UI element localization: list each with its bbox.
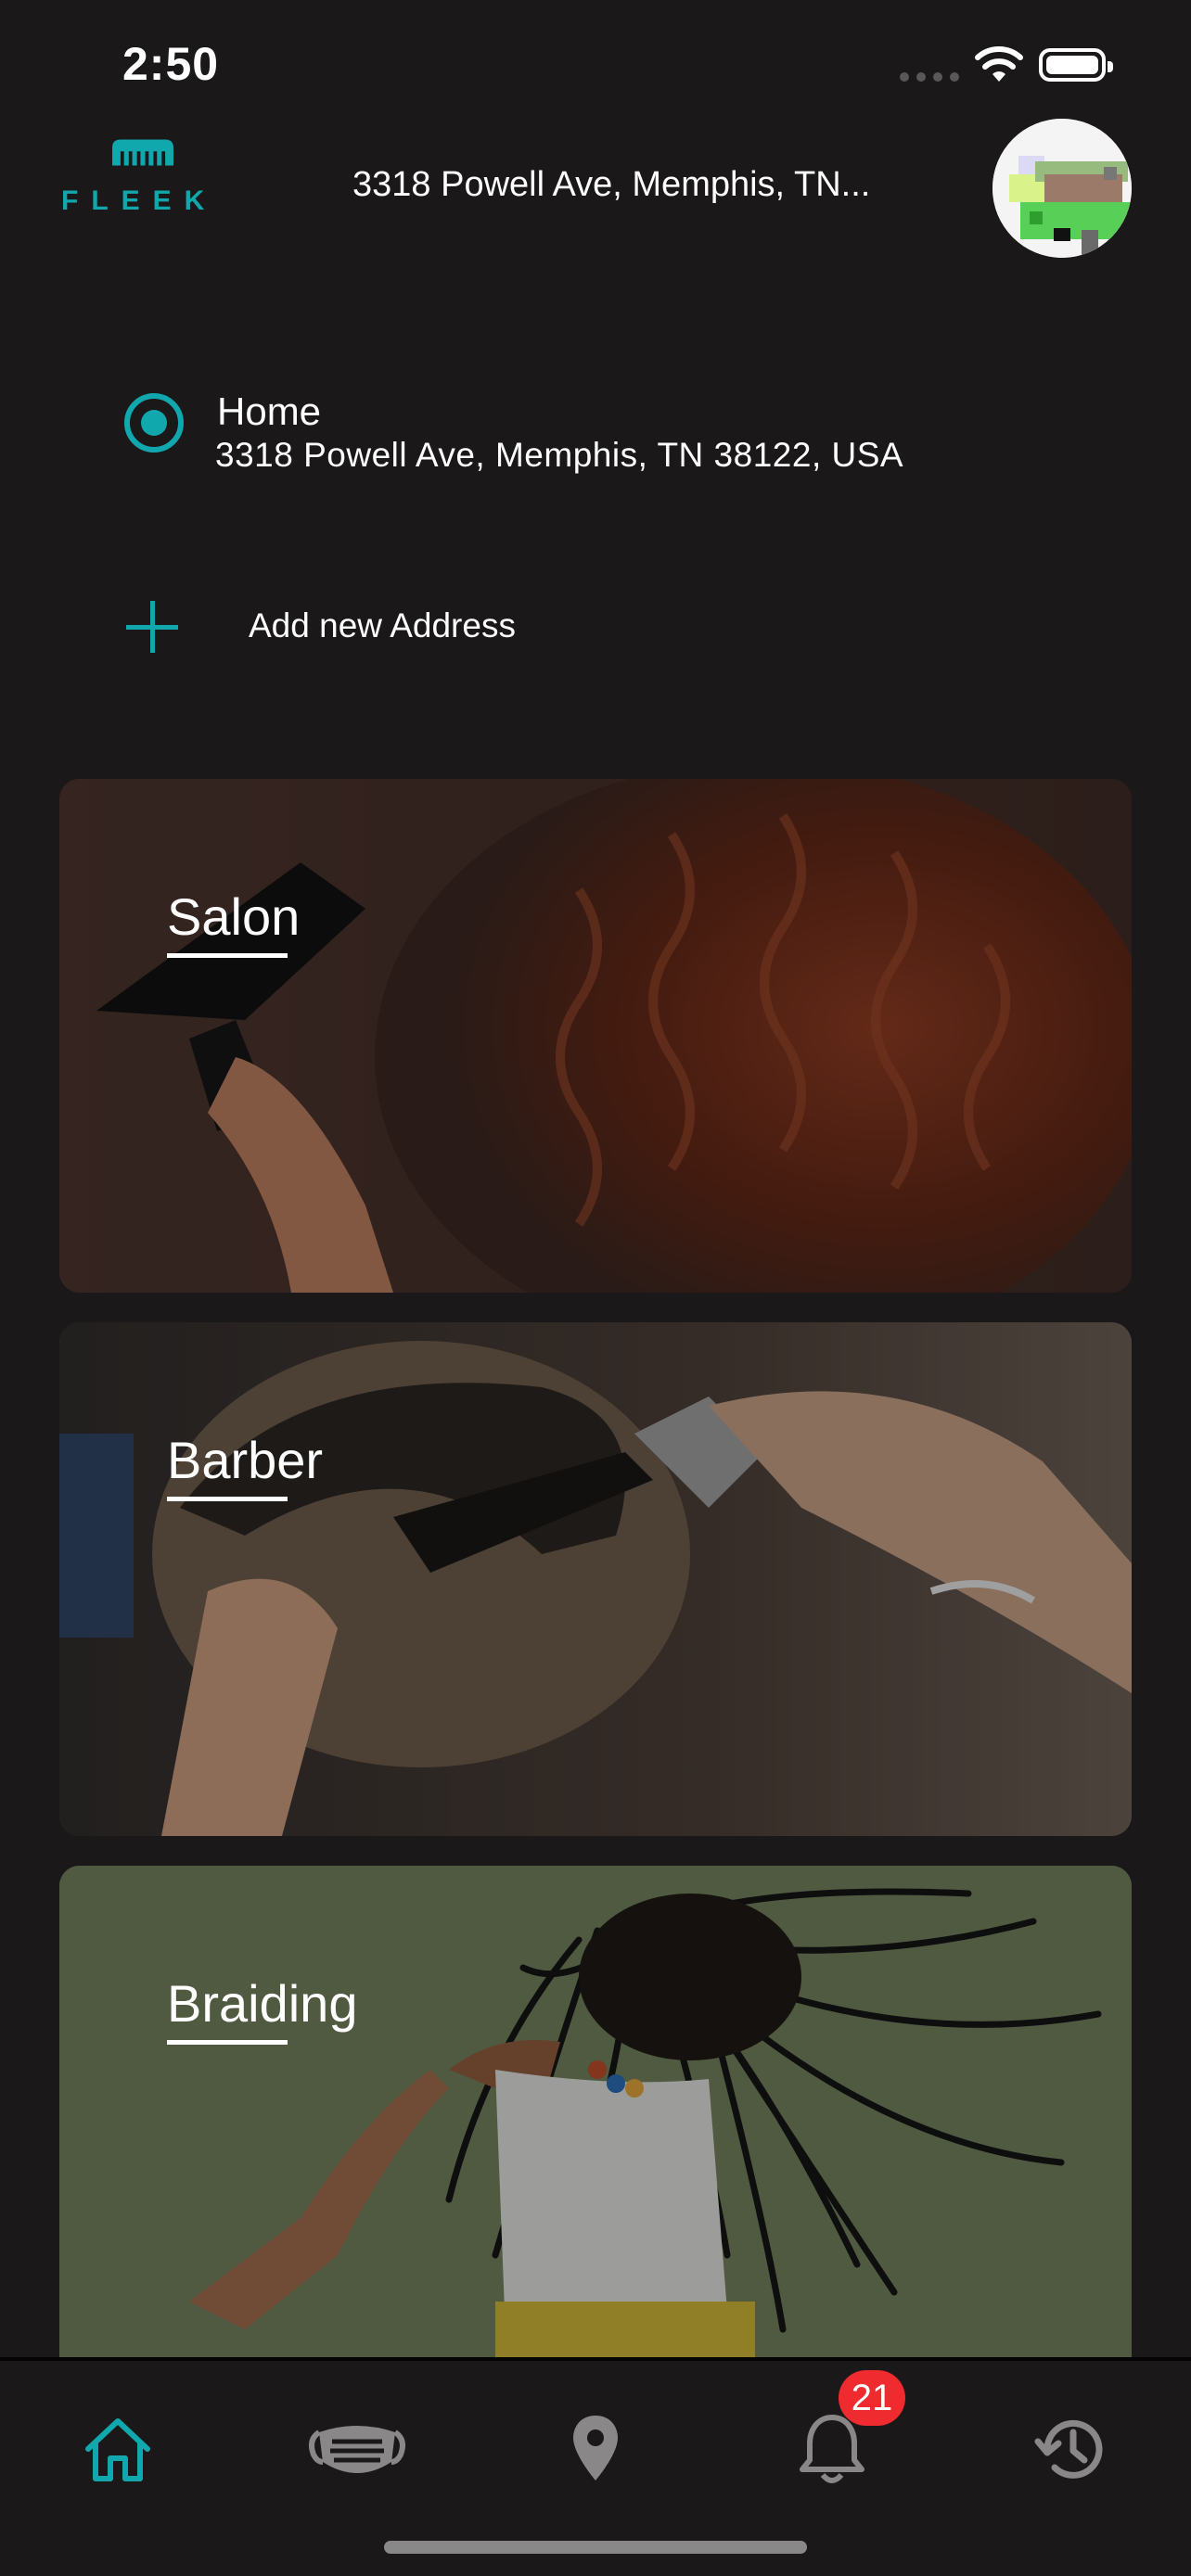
home-indicator xyxy=(384,2541,807,2554)
tab-mask[interactable] xyxy=(306,2398,408,2500)
tab-home[interactable] xyxy=(67,2398,169,2500)
category-underline xyxy=(167,2040,288,2045)
tab-history[interactable] xyxy=(1020,2398,1122,2500)
category-title: Braiding xyxy=(167,1974,358,2033)
fleek-logo-icon[interactable] xyxy=(61,137,224,185)
address-label[interactable]: Home xyxy=(217,389,321,434)
address-radio-selected[interactable] xyxy=(124,393,184,453)
logo-wordmark: FLEEK xyxy=(61,185,218,216)
location-pin-icon xyxy=(573,2416,618,2480)
category-card-salon[interactable]: Salon xyxy=(59,779,1132,1293)
address-text[interactable]: 3318 Powell Ave, Memphis, TN 38122, USA xyxy=(215,436,903,475)
battery-icon xyxy=(1039,48,1113,82)
category-underline xyxy=(167,953,288,958)
mask-icon xyxy=(309,2426,405,2473)
tab-location[interactable] xyxy=(544,2398,647,2500)
category-title: Barber xyxy=(167,1431,324,1489)
wifi-icon xyxy=(975,46,1023,82)
signal-icon xyxy=(900,72,959,82)
category-card-braiding[interactable]: Braiding xyxy=(59,1866,1132,2357)
header-current-address[interactable]: 3318 Powell Ave, Memphis, TN... xyxy=(352,165,870,205)
history-icon xyxy=(1034,2419,1103,2479)
category-title: Salon xyxy=(167,887,301,946)
notification-badge: 21 xyxy=(839,2370,905,2426)
category-underline xyxy=(167,1497,288,1501)
status-time: 2:50 xyxy=(122,38,220,90)
category-card-barber[interactable]: Barber xyxy=(59,1322,1132,1836)
add-address-button[interactable]: Add new Address xyxy=(249,606,516,645)
home-icon xyxy=(85,2418,150,2481)
avatar[interactable] xyxy=(992,119,1132,258)
plus-icon[interactable] xyxy=(124,599,180,655)
